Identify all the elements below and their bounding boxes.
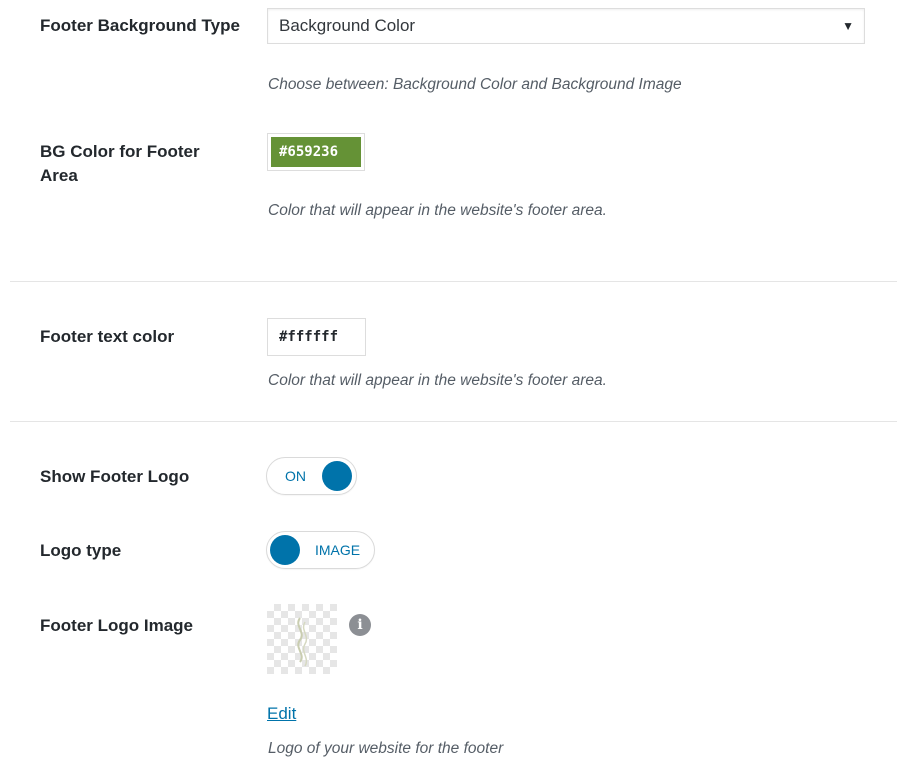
info-icon[interactable]: i <box>349 614 371 636</box>
footer-text-color-description: Color that will appear in the website's … <box>268 372 607 389</box>
footer-text-color-label: Footer text color <box>40 327 175 346</box>
section-divider <box>10 421 897 422</box>
logo-preview-icon <box>297 617 308 667</box>
footer-text-color-value: #ffffff <box>271 322 362 352</box>
footer-background-type-select[interactable]: Background Color ▼ <box>267 8 865 44</box>
bg-color-footer-label: BG Color for Footer Area <box>40 142 200 185</box>
logo-type-toggle[interactable]: IMAGE <box>266 531 375 569</box>
footer-background-type-description: Choose between: Background Color and Bac… <box>268 76 682 93</box>
section-divider <box>10 281 897 282</box>
bg-color-value: #659236 <box>271 137 361 167</box>
bg-color-picker[interactable]: #659236 <box>267 133 365 171</box>
bg-color-description: Color that will appear in the website's … <box>268 202 607 219</box>
toggle-knob <box>322 461 352 491</box>
edit-logo-link[interactable]: Edit <box>267 704 296 724</box>
footer-logo-image-label: Footer Logo Image <box>40 616 193 635</box>
select-value: Background Color <box>279 16 416 35</box>
footer-logo-description: Logo of your website for the footer <box>268 740 504 757</box>
footer-background-type-label: Footer Background Type <box>40 16 240 35</box>
show-footer-logo-toggle[interactable]: ON <box>266 457 357 495</box>
toggle-state-text: ON <box>285 468 306 484</box>
logo-type-label: Logo type <box>40 541 122 560</box>
dropdown-arrow-icon: ▼ <box>842 19 854 33</box>
footer-text-color-picker[interactable]: #ffffff <box>267 318 366 356</box>
toggle-state-text: IMAGE <box>315 542 361 558</box>
show-footer-logo-label: Show Footer Logo <box>40 467 190 486</box>
footer-logo-thumbnail[interactable] <box>267 604 337 674</box>
toggle-knob <box>270 535 300 565</box>
